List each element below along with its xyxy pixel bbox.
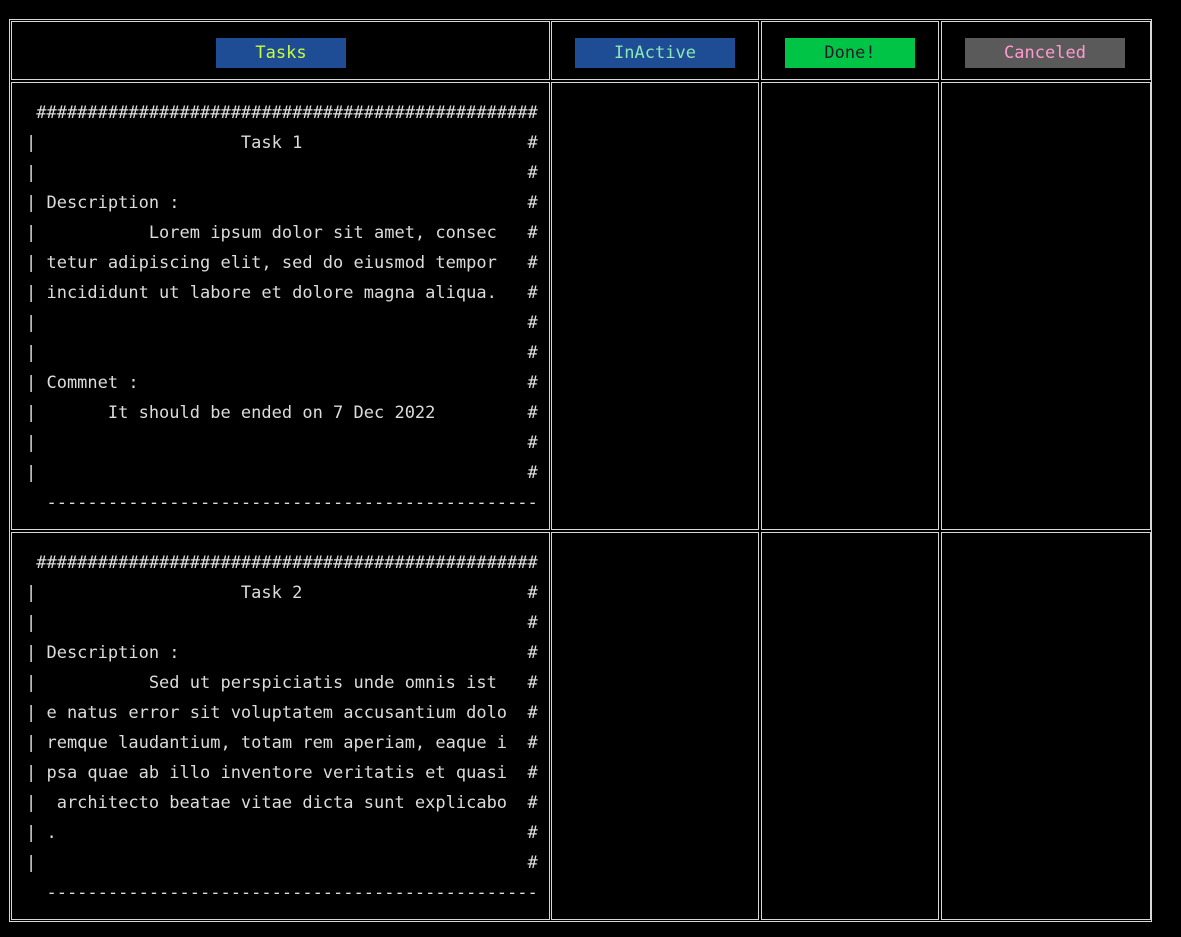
card-line: | # bbox=[26, 853, 538, 873]
canceled-column-button[interactable]: Canceled bbox=[965, 38, 1125, 68]
kanban-board: Tasks InActive Done! Canceled ##########… bbox=[9, 19, 1152, 922]
header-cell-tasks: Tasks bbox=[11, 21, 550, 80]
card-title-line: | Task 2 # bbox=[26, 583, 538, 603]
canceled-cell-row-1 bbox=[941, 82, 1151, 530]
inactive-cell-row-2 bbox=[551, 532, 759, 920]
card-line: | # bbox=[26, 613, 538, 633]
card-line: | tetur adipiscing elit, sed do eiusmod … bbox=[26, 253, 538, 273]
card-line: ########################################… bbox=[26, 103, 538, 123]
card-line: | remque laudantium, totam rem aperiam, … bbox=[26, 733, 538, 753]
card-title-line: | Task 1 # bbox=[26, 133, 538, 153]
card-line: | # bbox=[26, 163, 538, 183]
card-line: | Description : # bbox=[26, 193, 538, 213]
done-cell-row-1 bbox=[761, 82, 939, 530]
task-card-1[interactable]: ########################################… bbox=[26, 98, 538, 518]
card-line: | # bbox=[26, 463, 538, 483]
header-cell-inactive: InActive bbox=[551, 21, 759, 80]
card-line: | Description : # bbox=[26, 643, 538, 663]
card-line: | . # bbox=[26, 823, 538, 843]
card-line: | # bbox=[26, 433, 538, 453]
inactive-cell-row-1 bbox=[551, 82, 759, 530]
task-card-2[interactable]: ########################################… bbox=[26, 548, 538, 908]
card-line: ########################################… bbox=[26, 553, 538, 573]
canceled-cell-row-2 bbox=[941, 532, 1151, 920]
tasks-column-button[interactable]: Tasks bbox=[216, 38, 346, 68]
inactive-column-button[interactable]: InActive bbox=[575, 38, 735, 68]
card-line: | incididunt ut labore et dolore magna a… bbox=[26, 283, 538, 303]
card-line: | Commnet : # bbox=[26, 373, 538, 393]
card-line: | It should be ended on 7 Dec 2022 # bbox=[26, 403, 538, 423]
tasks-cell-row-2: ########################################… bbox=[11, 532, 550, 920]
card-line: | Sed ut perspiciatis unde omnis ist # bbox=[26, 673, 538, 693]
done-cell-row-2 bbox=[761, 532, 939, 920]
header-cell-canceled: Canceled bbox=[941, 21, 1151, 80]
done-column-button[interactable]: Done! bbox=[785, 38, 915, 68]
card-line: | e natus error sit voluptatem accusanti… bbox=[26, 703, 538, 723]
card-line: | # bbox=[26, 313, 538, 333]
header-cell-done: Done! bbox=[761, 21, 939, 80]
card-line: | # bbox=[26, 343, 538, 363]
card-line: ----------------------------------------… bbox=[26, 883, 538, 903]
card-line: | architecto beatae vitae dicta sunt exp… bbox=[26, 793, 538, 813]
card-line: | Lorem ipsum dolor sit amet, consec # bbox=[26, 223, 538, 243]
card-line: | psa quae ab illo inventore veritatis e… bbox=[26, 763, 538, 783]
tasks-cell-row-1: ########################################… bbox=[11, 82, 550, 530]
card-line: ----------------------------------------… bbox=[26, 493, 538, 513]
